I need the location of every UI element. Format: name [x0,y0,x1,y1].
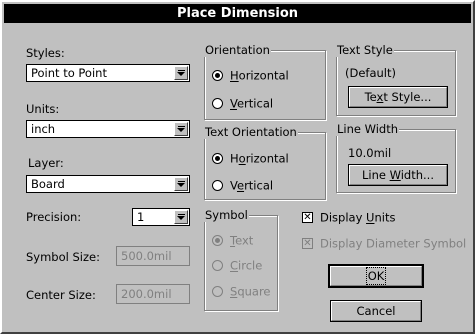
layer-select[interactable]: Board [26,175,190,193]
radio-selected-icon [212,235,223,246]
precision-value: 1 [137,210,145,224]
place-dimension-dialog: Place Dimension Styles: Point to Point U… [0,0,475,334]
checkbox-checked-icon: ✕ [302,212,313,223]
units-value: inch [31,122,56,136]
symbol-size-field[interactable]: 500.0mil [116,246,190,266]
symbol-group-title: Symbol [204,208,249,222]
styles-value: Point to Point [31,66,107,80]
orientation-group-title: Orientation [204,43,271,57]
orientation-horizontal-radio[interactable]: Horizontal [212,68,289,83]
dialog-title: Place Dimension [4,4,471,23]
radio-unselected-icon [212,180,223,191]
line-width-value: 10.0mil [348,146,392,160]
line-width-button[interactable]: Line Width... [348,164,448,186]
text-orientation-horizontal-radio[interactable]: Horizontal [212,151,289,166]
text-style-group-title: Text Style [336,43,394,57]
radio-unselected-icon [212,98,223,109]
symbol-text-radio[interactable]: Text [212,233,253,248]
radio-unselected-icon [212,286,223,297]
symbol-square-radio[interactable]: Square [212,284,271,299]
symbol-size-label: Symbol Size: [26,250,100,264]
orientation-vertical-radio[interactable]: Vertical [212,96,273,111]
text-style-value: (Default) [345,66,396,80]
layer-label: Layer: [28,156,64,170]
dropdown-arrow-icon[interactable] [174,66,188,80]
radio-unselected-icon [212,260,223,271]
dropdown-arrow-icon[interactable] [174,122,188,136]
dropdown-arrow-icon[interactable] [174,210,188,224]
symbol-circle-radio[interactable]: Circle [212,258,262,273]
radio-selected-icon [212,70,223,81]
text-orientation-group-title: Text Orientation [204,125,298,139]
dropdown-arrow-icon[interactable] [174,177,188,191]
center-size-label: Center Size: [26,288,96,302]
precision-label: Precision: [26,210,82,224]
display-diameter-symbol-checkbox[interactable]: ✕ Display Diameter Symbol [302,236,466,251]
styles-select[interactable]: Point to Point [26,64,190,82]
text-style-button[interactable]: Text Style... [348,86,448,108]
precision-select[interactable]: 1 [132,208,190,226]
line-width-group-title: Line Width [336,122,400,136]
center-size-field[interactable]: 200.0mil [116,284,190,304]
ok-button[interactable]: OK [328,264,424,288]
cancel-button[interactable]: Cancel [330,300,422,322]
display-units-checkbox[interactable]: ✕ Display Units [302,210,395,225]
radio-selected-icon [212,153,223,164]
styles-label: Styles: [26,46,65,60]
checkbox-checked-icon: ✕ [302,238,313,249]
text-orientation-vertical-radio[interactable]: Vertical [212,178,273,193]
layer-value: Board [31,177,65,191]
units-label: Units: [26,102,60,116]
units-select[interactable]: inch [26,120,190,138]
